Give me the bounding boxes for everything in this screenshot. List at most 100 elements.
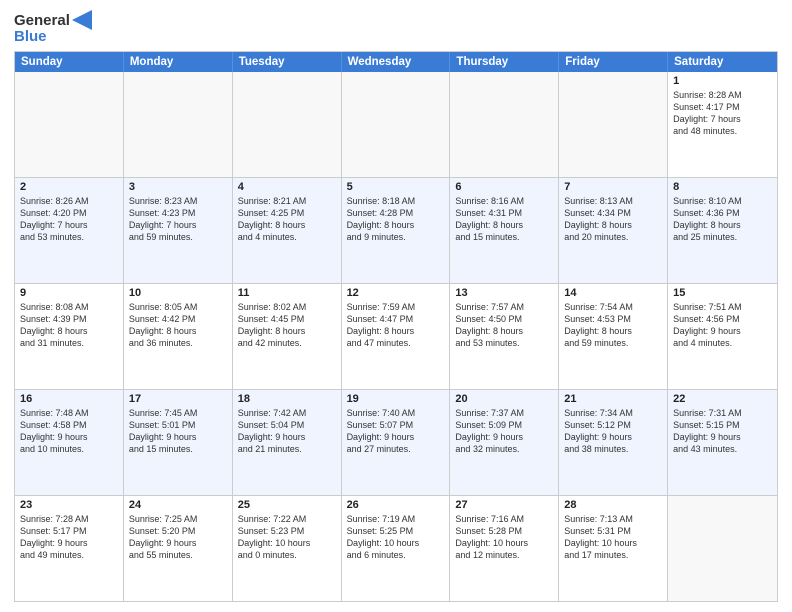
- day-number: 5: [347, 181, 445, 193]
- calendar-cell: 18 Sunrise: 7:42 AM Sunset: 5:04 PM Dayli…: [233, 390, 342, 495]
- calendar-cell: 15 Sunrise: 7:51 AM Sunset: 4:56 PM Dayli…: [668, 284, 777, 389]
- calendar-header: General Blue: [14, 10, 778, 45]
- day-number: 14: [564, 287, 662, 299]
- day-info: Sunrise: 7:28 AM Sunset: 5:17 PM Dayligh…: [20, 513, 118, 562]
- day-info: Sunrise: 7:45 AM Sunset: 5:01 PM Dayligh…: [129, 407, 227, 456]
- calendar-cell: [233, 72, 342, 177]
- calendar-cell: 27 Sunrise: 7:16 AM Sunset: 5:28 PM Dayli…: [450, 496, 559, 601]
- day-number: 20: [455, 393, 553, 405]
- logo-wave-icon: [72, 10, 92, 30]
- day-number: 3: [129, 181, 227, 193]
- calendar-cell: [342, 72, 451, 177]
- weekday-header-monday: Monday: [124, 52, 233, 72]
- weekday-header-tuesday: Tuesday: [233, 52, 342, 72]
- calendar-cell: 8 Sunrise: 8:10 AM Sunset: 4:36 PM Daylig…: [668, 178, 777, 283]
- calendar-cell: [668, 496, 777, 601]
- calendar-cell: [124, 72, 233, 177]
- day-number: 12: [347, 287, 445, 299]
- day-number: 24: [129, 499, 227, 511]
- day-number: 27: [455, 499, 553, 511]
- calendar-row-1: 1Sunrise: 8:28 AM Sunset: 4:17 PM Daylig…: [15, 72, 777, 177]
- calendar-cell: 4 Sunrise: 8:21 AM Sunset: 4:25 PM Daylig…: [233, 178, 342, 283]
- calendar-row-4: 16Sunrise: 7:48 AM Sunset: 4:58 PM Dayli…: [15, 389, 777, 495]
- day-info: Sunrise: 7:51 AM Sunset: 4:56 PM Dayligh…: [673, 301, 772, 350]
- day-number: 6: [455, 181, 553, 193]
- day-number: 22: [673, 393, 772, 405]
- day-info: Sunrise: 8:05 AM Sunset: 4:42 PM Dayligh…: [129, 301, 227, 350]
- calendar-cell: 19Sunrise: 7:40 AM Sunset: 5:07 PM Dayli…: [342, 390, 451, 495]
- calendar-cell: 5 Sunrise: 8:18 AM Sunset: 4:28 PM Daylig…: [342, 178, 451, 283]
- calendar-cell: 13 Sunrise: 7:57 AM Sunset: 4:50 PM Dayli…: [450, 284, 559, 389]
- day-number: 18: [238, 393, 336, 405]
- calendar-cell: [559, 72, 668, 177]
- logo: General Blue: [14, 10, 92, 45]
- day-info: Sunrise: 7:37 AM Sunset: 5:09 PM Dayligh…: [455, 407, 553, 456]
- day-number: 23: [20, 499, 118, 511]
- calendar-cell: [15, 72, 124, 177]
- day-info: Sunrise: 7:31 AM Sunset: 5:15 PM Dayligh…: [673, 407, 772, 456]
- calendar-cell: 9 Sunrise: 8:08 AM Sunset: 4:39 PM Daylig…: [15, 284, 124, 389]
- calendar-cell: 25Sunrise: 7:22 AM Sunset: 5:23 PM Dayli…: [233, 496, 342, 601]
- weekday-header-thursday: Thursday: [450, 52, 559, 72]
- calendar-cell: 7Sunrise: 8:13 AM Sunset: 4:34 PM Daylig…: [559, 178, 668, 283]
- day-number: 15: [673, 287, 772, 299]
- calendar-row-3: 9 Sunrise: 8:08 AM Sunset: 4:39 PM Daylig…: [15, 283, 777, 389]
- day-info: Sunrise: 8:08 AM Sunset: 4:39 PM Dayligh…: [20, 301, 118, 350]
- calendar-cell: 17 Sunrise: 7:45 AM Sunset: 5:01 PM Dayli…: [124, 390, 233, 495]
- logo: General Blue: [14, 10, 92, 45]
- calendar-cell: 16Sunrise: 7:48 AM Sunset: 4:58 PM Dayli…: [15, 390, 124, 495]
- day-info: Sunrise: 7:34 AM Sunset: 5:12 PM Dayligh…: [564, 407, 662, 456]
- day-info: Sunrise: 8:26 AM Sunset: 4:20 PM Dayligh…: [20, 195, 118, 244]
- day-info: Sunrise: 7:57 AM Sunset: 4:50 PM Dayligh…: [455, 301, 553, 350]
- calendar-cell: [450, 72, 559, 177]
- logo-blue-text: Blue: [14, 28, 47, 45]
- day-info: Sunrise: 7:48 AM Sunset: 4:58 PM Dayligh…: [20, 407, 118, 456]
- day-number: 13: [455, 287, 553, 299]
- day-info: Sunrise: 7:40 AM Sunset: 5:07 PM Dayligh…: [347, 407, 445, 456]
- day-info: Sunrise: 8:18 AM Sunset: 4:28 PM Dayligh…: [347, 195, 445, 244]
- day-info: Sunrise: 8:16 AM Sunset: 4:31 PM Dayligh…: [455, 195, 553, 244]
- calendar-cell: 10 Sunrise: 8:05 AM Sunset: 4:42 PM Dayli…: [124, 284, 233, 389]
- day-info: Sunrise: 7:19 AM Sunset: 5:25 PM Dayligh…: [347, 513, 445, 562]
- day-number: 2: [20, 181, 118, 193]
- day-info: Sunrise: 8:02 AM Sunset: 4:45 PM Dayligh…: [238, 301, 336, 350]
- calendar-cell: 3 Sunrise: 8:23 AM Sunset: 4:23 PM Daylig…: [124, 178, 233, 283]
- weekday-header-wednesday: Wednesday: [342, 52, 451, 72]
- calendar-cell: 12 Sunrise: 7:59 AM Sunset: 4:47 PM Dayli…: [342, 284, 451, 389]
- day-info: Sunrise: 7:42 AM Sunset: 5:04 PM Dayligh…: [238, 407, 336, 456]
- day-number: 7: [564, 181, 662, 193]
- calendar-cell: 20 Sunrise: 7:37 AM Sunset: 5:09 PM Dayli…: [450, 390, 559, 495]
- calendar-cell: 26 Sunrise: 7:19 AM Sunset: 5:25 PM Dayli…: [342, 496, 451, 601]
- day-number: 17: [129, 393, 227, 405]
- calendar-cell: 22 Sunrise: 7:31 AM Sunset: 5:15 PM Dayli…: [668, 390, 777, 495]
- logo-general-text: General: [14, 12, 70, 29]
- day-number: 4: [238, 181, 336, 193]
- calendar-header-row: SundayMondayTuesdayWednesdayThursdayFrid…: [15, 52, 777, 72]
- day-info: Sunrise: 7:59 AM Sunset: 4:47 PM Dayligh…: [347, 301, 445, 350]
- calendar-cell: 28Sunrise: 7:13 AM Sunset: 5:31 PM Dayli…: [559, 496, 668, 601]
- calendar: SundayMondayTuesdayWednesdayThursdayFrid…: [14, 51, 778, 602]
- day-info: Sunrise: 8:21 AM Sunset: 4:25 PM Dayligh…: [238, 195, 336, 244]
- day-info: Sunrise: 7:25 AM Sunset: 5:20 PM Dayligh…: [129, 513, 227, 562]
- weekday-header-friday: Friday: [559, 52, 668, 72]
- calendar-cell: 23 Sunrise: 7:28 AM Sunset: 5:17 PM Dayli…: [15, 496, 124, 601]
- day-number: 8: [673, 181, 772, 193]
- day-number: 10: [129, 287, 227, 299]
- weekday-header-sunday: Sunday: [15, 52, 124, 72]
- day-info: Sunrise: 7:54 AM Sunset: 4:53 PM Dayligh…: [564, 301, 662, 350]
- calendar-cell: 2 Sunrise: 8:26 AM Sunset: 4:20 PM Daylig…: [15, 178, 124, 283]
- calendar-cell: 21Sunrise: 7:34 AM Sunset: 5:12 PM Dayli…: [559, 390, 668, 495]
- calendar-body: 1Sunrise: 8:28 AM Sunset: 4:17 PM Daylig…: [15, 72, 777, 601]
- day-number: 26: [347, 499, 445, 511]
- calendar-row-5: 23 Sunrise: 7:28 AM Sunset: 5:17 PM Dayli…: [15, 495, 777, 601]
- day-info: Sunrise: 8:28 AM Sunset: 4:17 PM Dayligh…: [673, 89, 772, 138]
- day-info: Sunrise: 8:23 AM Sunset: 4:23 PM Dayligh…: [129, 195, 227, 244]
- day-info: Sunrise: 7:16 AM Sunset: 5:28 PM Dayligh…: [455, 513, 553, 562]
- day-info: Sunrise: 7:13 AM Sunset: 5:31 PM Dayligh…: [564, 513, 662, 562]
- calendar-cell: 1Sunrise: 8:28 AM Sunset: 4:17 PM Daylig…: [668, 72, 777, 177]
- day-number: 9: [20, 287, 118, 299]
- calendar-cell: 6 Sunrise: 8:16 AM Sunset: 4:31 PM Daylig…: [450, 178, 559, 283]
- day-info: Sunrise: 8:10 AM Sunset: 4:36 PM Dayligh…: [673, 195, 772, 244]
- calendar-cell: 24 Sunrise: 7:25 AM Sunset: 5:20 PM Dayli…: [124, 496, 233, 601]
- calendar-row-2: 2 Sunrise: 8:26 AM Sunset: 4:20 PM Daylig…: [15, 177, 777, 283]
